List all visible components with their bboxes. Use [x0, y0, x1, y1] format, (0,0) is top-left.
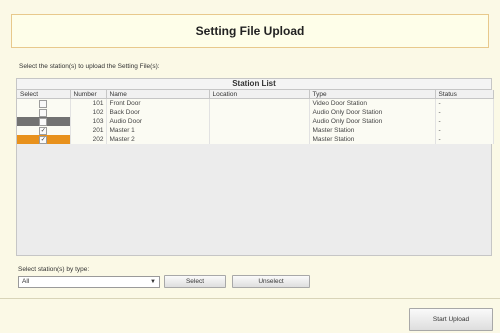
- row-checkbox[interactable]: [39, 99, 48, 108]
- row-status: -: [435, 108, 494, 117]
- page-title: Setting File Upload: [11, 14, 489, 48]
- col-header-select[interactable]: Select: [17, 90, 71, 99]
- row-number: 102: [70, 108, 107, 117]
- row-select-cell[interactable]: [17, 98, 71, 108]
- row-checkbox[interactable]: [39, 108, 48, 117]
- row-name: Master 2: [106, 135, 210, 144]
- col-header-type[interactable]: Type: [309, 90, 436, 99]
- select-button[interactable]: Select: [164, 275, 226, 288]
- row-status: -: [435, 98, 494, 108]
- station-table: Select Number Name Location Type Status …: [17, 90, 494, 144]
- table-row[interactable]: ✓ 201 Master 1 Master Station -: [17, 126, 494, 135]
- row-location: [209, 117, 310, 126]
- instruction-text: Select the station(s) to upload the Sett…: [19, 63, 160, 70]
- row-number: 101: [70, 98, 107, 108]
- row-status: -: [435, 135, 494, 144]
- row-name: Back Door: [106, 108, 210, 117]
- row-location: [209, 108, 310, 117]
- station-list-title: Station List: [17, 79, 491, 90]
- col-header-status[interactable]: Status: [435, 90, 494, 99]
- row-location: [209, 126, 310, 135]
- row-checkbox[interactable]: ✓: [39, 135, 48, 144]
- table-header-row: Select Number Name Location Type Status: [17, 90, 494, 99]
- table-row[interactable]: 101 Front Door Video Door Station -: [17, 98, 494, 108]
- col-header-name[interactable]: Name: [106, 90, 210, 99]
- row-select-cell[interactable]: [17, 108, 71, 117]
- select-by-type-label: Select station(s) by type:: [18, 266, 90, 273]
- row-type: Audio Only Door Station: [309, 108, 436, 117]
- row-type: Master Station: [309, 135, 436, 144]
- row-number: 202: [70, 135, 107, 144]
- start-upload-button[interactable]: Start Upload: [409, 308, 493, 331]
- row-number: 201: [70, 126, 107, 135]
- table-row[interactable]: 102 Back Door Audio Only Door Station -: [17, 108, 494, 117]
- row-type: Master Station: [309, 126, 436, 135]
- row-type: Audio Only Door Station: [309, 117, 436, 126]
- row-name: Master 1: [106, 126, 210, 135]
- row-select-cell[interactable]: ✓: [17, 126, 71, 135]
- unselect-button[interactable]: Unselect: [232, 275, 310, 288]
- station-list-panel: Station List Select Number Name Location…: [16, 78, 494, 256]
- row-number: 103: [70, 117, 107, 126]
- row-name: Front Door: [106, 98, 210, 108]
- row-name: Audio Door: [106, 117, 210, 126]
- table-row[interactable]: ✓ 202 Master 2 Master Station -: [17, 135, 494, 144]
- col-header-location[interactable]: Location: [209, 90, 310, 99]
- row-location: [209, 135, 310, 144]
- row-select-cell[interactable]: ✓: [17, 135, 71, 144]
- dropdown-value: All: [22, 278, 30, 285]
- row-type: Video Door Station: [309, 98, 436, 108]
- row-status: -: [435, 117, 494, 126]
- row-select-cell[interactable]: [17, 117, 71, 126]
- dropdown-arrow-icon[interactable]: ▼: [150, 277, 156, 287]
- row-status: -: [435, 126, 494, 135]
- footer-divider: [0, 298, 500, 299]
- table-row[interactable]: 103 Audio Door Audio Only Door Station -: [17, 117, 494, 126]
- row-checkbox[interactable]: ✓: [39, 126, 48, 135]
- row-checkbox[interactable]: [39, 117, 48, 126]
- col-header-number[interactable]: Number: [70, 90, 107, 99]
- row-location: [209, 98, 310, 108]
- station-type-dropdown[interactable]: All ▼: [18, 276, 160, 288]
